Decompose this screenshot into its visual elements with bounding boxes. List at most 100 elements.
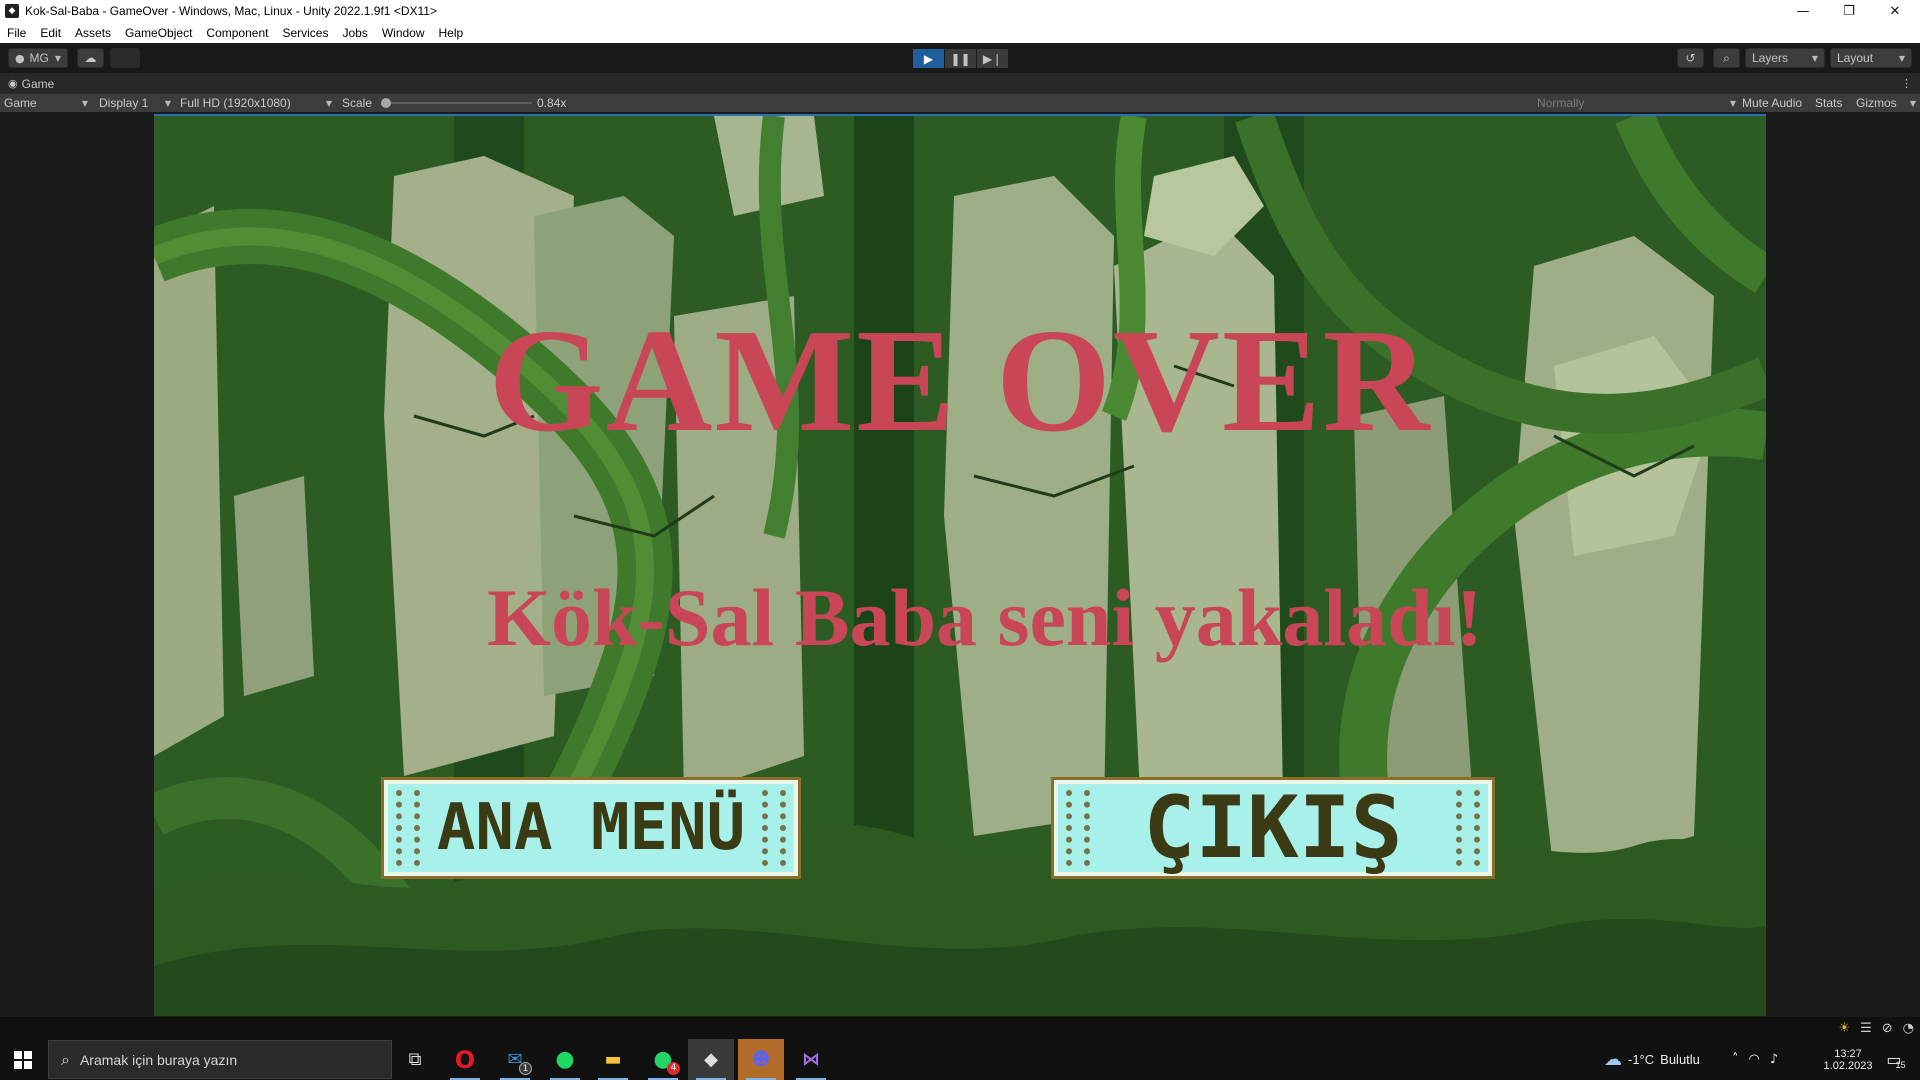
menu-jobs[interactable]: Jobs — [335, 26, 374, 40]
menu-gameobject[interactable]: GameObject — [118, 26, 199, 40]
taskbar-search-box[interactable]: ⌕ Aramak için buraya yazın — [48, 1040, 392, 1079]
weather-widget[interactable]: ☁ -1°C Bulutlu — [1604, 1039, 1700, 1080]
visual-studio-icon[interactable]: ⋈ — [788, 1039, 834, 1080]
close-window-button[interactable]: ✕ — [1872, 0, 1918, 22]
undo-history-button[interactable]: ↺ — [1677, 48, 1704, 68]
notification-center-button[interactable]: ▭ 15 — [1876, 1039, 1916, 1080]
search-icon: ⌕ — [1723, 50, 1730, 65]
game-mode-label: Game — [4, 96, 37, 110]
tab-game[interactable]: Game — [22, 77, 55, 91]
step-icon: ▶❘ — [982, 51, 1003, 66]
mail-badge: 1 — [519, 1062, 532, 1075]
scale-label: Scale — [342, 96, 373, 110]
volume-icon[interactable]: ♪ — [1770, 1052, 1778, 1067]
history-icon: ↺ — [1685, 51, 1696, 65]
layers-dropdown[interactable]: Layers ▼ — [1745, 48, 1825, 68]
display-dropdown[interactable]: Display 1 ▼ — [99, 94, 171, 112]
cloud-button[interactable]: ☁ — [77, 48, 104, 68]
pause-icon: ❚❚ — [950, 51, 971, 66]
system-tray: ˄ ◠ ♪ — [1732, 1039, 1778, 1080]
weather-text: Bulutlu — [1660, 1052, 1700, 1067]
menu-edit[interactable]: Edit — [33, 26, 68, 40]
menu-help[interactable]: Help — [432, 26, 471, 40]
spotify-icon[interactable]: ● — [542, 1039, 588, 1080]
menu-assets[interactable]: Assets — [68, 26, 118, 40]
resolution-dropdown[interactable]: Full HD (1920x1080) ▼ — [180, 94, 332, 112]
opera-icon[interactable]: O — [442, 1039, 488, 1080]
clock-date: 1.02.2023 — [1823, 1059, 1873, 1072]
vine-ornament-left — [1066, 790, 1090, 866]
progress-icon: ◔ — [1902, 1020, 1914, 1036]
menu-window[interactable]: Window — [375, 26, 432, 40]
gizmos-label: Gizmos — [1856, 96, 1897, 110]
account-label: MG — [29, 51, 49, 65]
file-explorer-icon[interactable]: ▬ — [590, 1039, 636, 1080]
restore-button[interactable]: ❐ — [1826, 0, 1872, 22]
chevron-down-icon: ▼ — [164, 98, 171, 108]
scale-slider[interactable] — [380, 94, 532, 112]
chevron-up-icon[interactable]: ˄ — [1732, 1052, 1739, 1067]
unity-status-icons: ☀ ☰ ⊘ ◔ — [1838, 1017, 1920, 1039]
debug-icon: ⊘ — [1881, 1020, 1893, 1036]
play-focus-label: Normally — [1537, 96, 1585, 110]
scale-slider-handle[interactable] — [381, 98, 391, 108]
lighting-icon: ☀ — [1838, 1020, 1851, 1036]
minimize-button[interactable]: — — [1780, 0, 1826, 22]
whatsapp-badge: 4 — [667, 1062, 680, 1075]
search-button[interactable]: ⌕ — [1713, 48, 1740, 68]
layout-dropdown[interactable]: Layout ▼ — [1830, 48, 1912, 68]
task-view-icon[interactable]: ⧉ — [392, 1039, 438, 1080]
network-icon[interactable]: ◠ — [1749, 1052, 1760, 1067]
mail-icon[interactable]: ✉ 1 — [492, 1039, 538, 1080]
notification-count: 15 — [1895, 1059, 1906, 1070]
stats-toggle[interactable]: Stats — [1815, 94, 1842, 112]
search-placeholder: Aramak için buraya yazın — [79, 1051, 238, 1068]
window-title: Kok-Sal-Baba - GameOver - Windows, Mac, … — [25, 4, 437, 18]
vine-ornament-right — [762, 790, 786, 866]
game-mode-dropdown[interactable]: Game ▼ — [4, 94, 88, 112]
exit-button-label: ÇIKIŞ — [1143, 778, 1403, 878]
mute-audio-toggle[interactable]: Mute Audio — [1742, 94, 1802, 112]
account-icon: ● — [14, 51, 25, 65]
menu-component[interactable]: Component — [199, 26, 275, 40]
chevron-down-icon: ▼ — [1898, 53, 1905, 63]
game-scene: GAME OVER Kök-Sal Baba seni yakaladı! AN… — [154, 114, 1766, 1016]
play-focus-dropdown[interactable]: Normally ▼ — [1537, 94, 1736, 112]
forest-background — [154, 116, 1766, 1016]
start-button[interactable] — [0, 1039, 46, 1080]
resolution-label: Full HD (1920x1080) — [180, 96, 291, 110]
unity-app-icon: ◆ — [5, 4, 19, 18]
vine-ornament-right — [1456, 790, 1480, 866]
chevron-down-icon: ▼ — [1811, 53, 1818, 63]
whatsapp-icon[interactable]: ● 4 — [640, 1039, 686, 1080]
scale-slider-track — [386, 102, 532, 104]
step-button[interactable]: ▶❘ — [977, 49, 1008, 68]
clock-time: 13:27 — [1834, 1047, 1862, 1060]
display-label: Display 1 — [99, 96, 149, 110]
chevron-down-icon: ▼ — [325, 98, 332, 108]
game-tab-header: ◉ Game ⋮ — [0, 73, 1920, 94]
cloud-icon: ☁ — [1604, 1049, 1622, 1070]
windows-logo-icon — [14, 1050, 32, 1069]
play-button[interactable]: ▶ — [913, 49, 944, 68]
game-over-subtitle: Kök-Sal Baba seni yakaladı! — [487, 572, 1483, 663]
more-options-icon[interactable]: ⋮ — [1901, 77, 1912, 90]
search-icon: ⌕ — [61, 1049, 70, 1069]
pause-button[interactable]: ❚❚ — [945, 49, 976, 68]
discord-icon[interactable]: ☻ — [738, 1039, 784, 1080]
play-icon: ▶ — [923, 51, 934, 66]
exit-button[interactable]: ÇIKIŞ — [1054, 778, 1492, 878]
collab-button[interactable] — [110, 48, 140, 68]
menu-bar: File Edit Assets GameObject Component Se… — [0, 22, 1920, 43]
windows-taskbar: ☀ ☰ ⊘ ◔ ⌕ Aramak için buraya yazın ⧉ O ✉… — [0, 1017, 1920, 1080]
account-dropdown[interactable]: ● MG ▼ — [8, 48, 68, 68]
unity-icon[interactable]: ◆ — [688, 1039, 734, 1080]
menu-services[interactable]: Services — [275, 26, 335, 40]
game-over-title: GAME OVER — [488, 299, 1432, 463]
menu-file[interactable]: File — [0, 26, 33, 40]
main-menu-button[interactable]: ANA MENÜ — [384, 780, 798, 876]
window-title-bar: ◆ Kok-Sal-Baba - GameOver - Windows, Mac… — [0, 0, 1920, 22]
cloud-icon: ☁ — [84, 51, 97, 65]
gizmos-dropdown[interactable]: Gizmos ▼ — [1856, 94, 1916, 112]
chevron-down-icon: ▼ — [1729, 98, 1736, 108]
